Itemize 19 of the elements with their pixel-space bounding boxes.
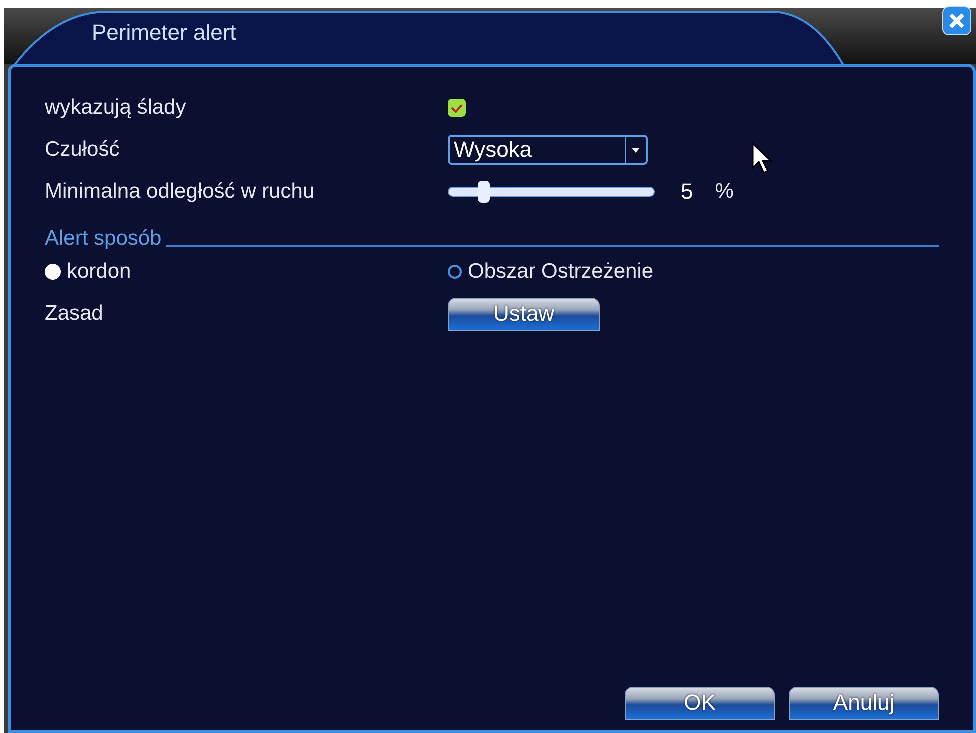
field-label: Zasad (45, 302, 104, 326)
close-icon[interactable] (942, 6, 972, 36)
unit-label: % (715, 180, 734, 204)
mouse-cursor-icon (751, 142, 775, 176)
ok-button[interactable]: OK (625, 687, 775, 720)
radio-button[interactable] (448, 265, 462, 279)
dropdown[interactable]: Wysoka (448, 135, 648, 165)
setting-label: wykazują ślady (45, 96, 188, 120)
setting-label: Minimalna odległość w ruchu (45, 180, 316, 204)
set-button[interactable]: Ustaw (448, 298, 600, 330)
cancel-button[interactable]: Anuluj (789, 687, 939, 720)
slider-value: 5 (681, 179, 694, 205)
checkbox[interactable] (448, 99, 466, 117)
slider-thumb[interactable] (478, 181, 490, 203)
radio-label[interactable]: kordon (67, 260, 132, 284)
section-heading: Alert sposób (45, 227, 162, 251)
window-title: Perimeter alert (92, 20, 236, 46)
setting-label: Czułość (45, 138, 121, 162)
radio-label[interactable]: Obszar Ostrzeżenie (468, 260, 654, 284)
